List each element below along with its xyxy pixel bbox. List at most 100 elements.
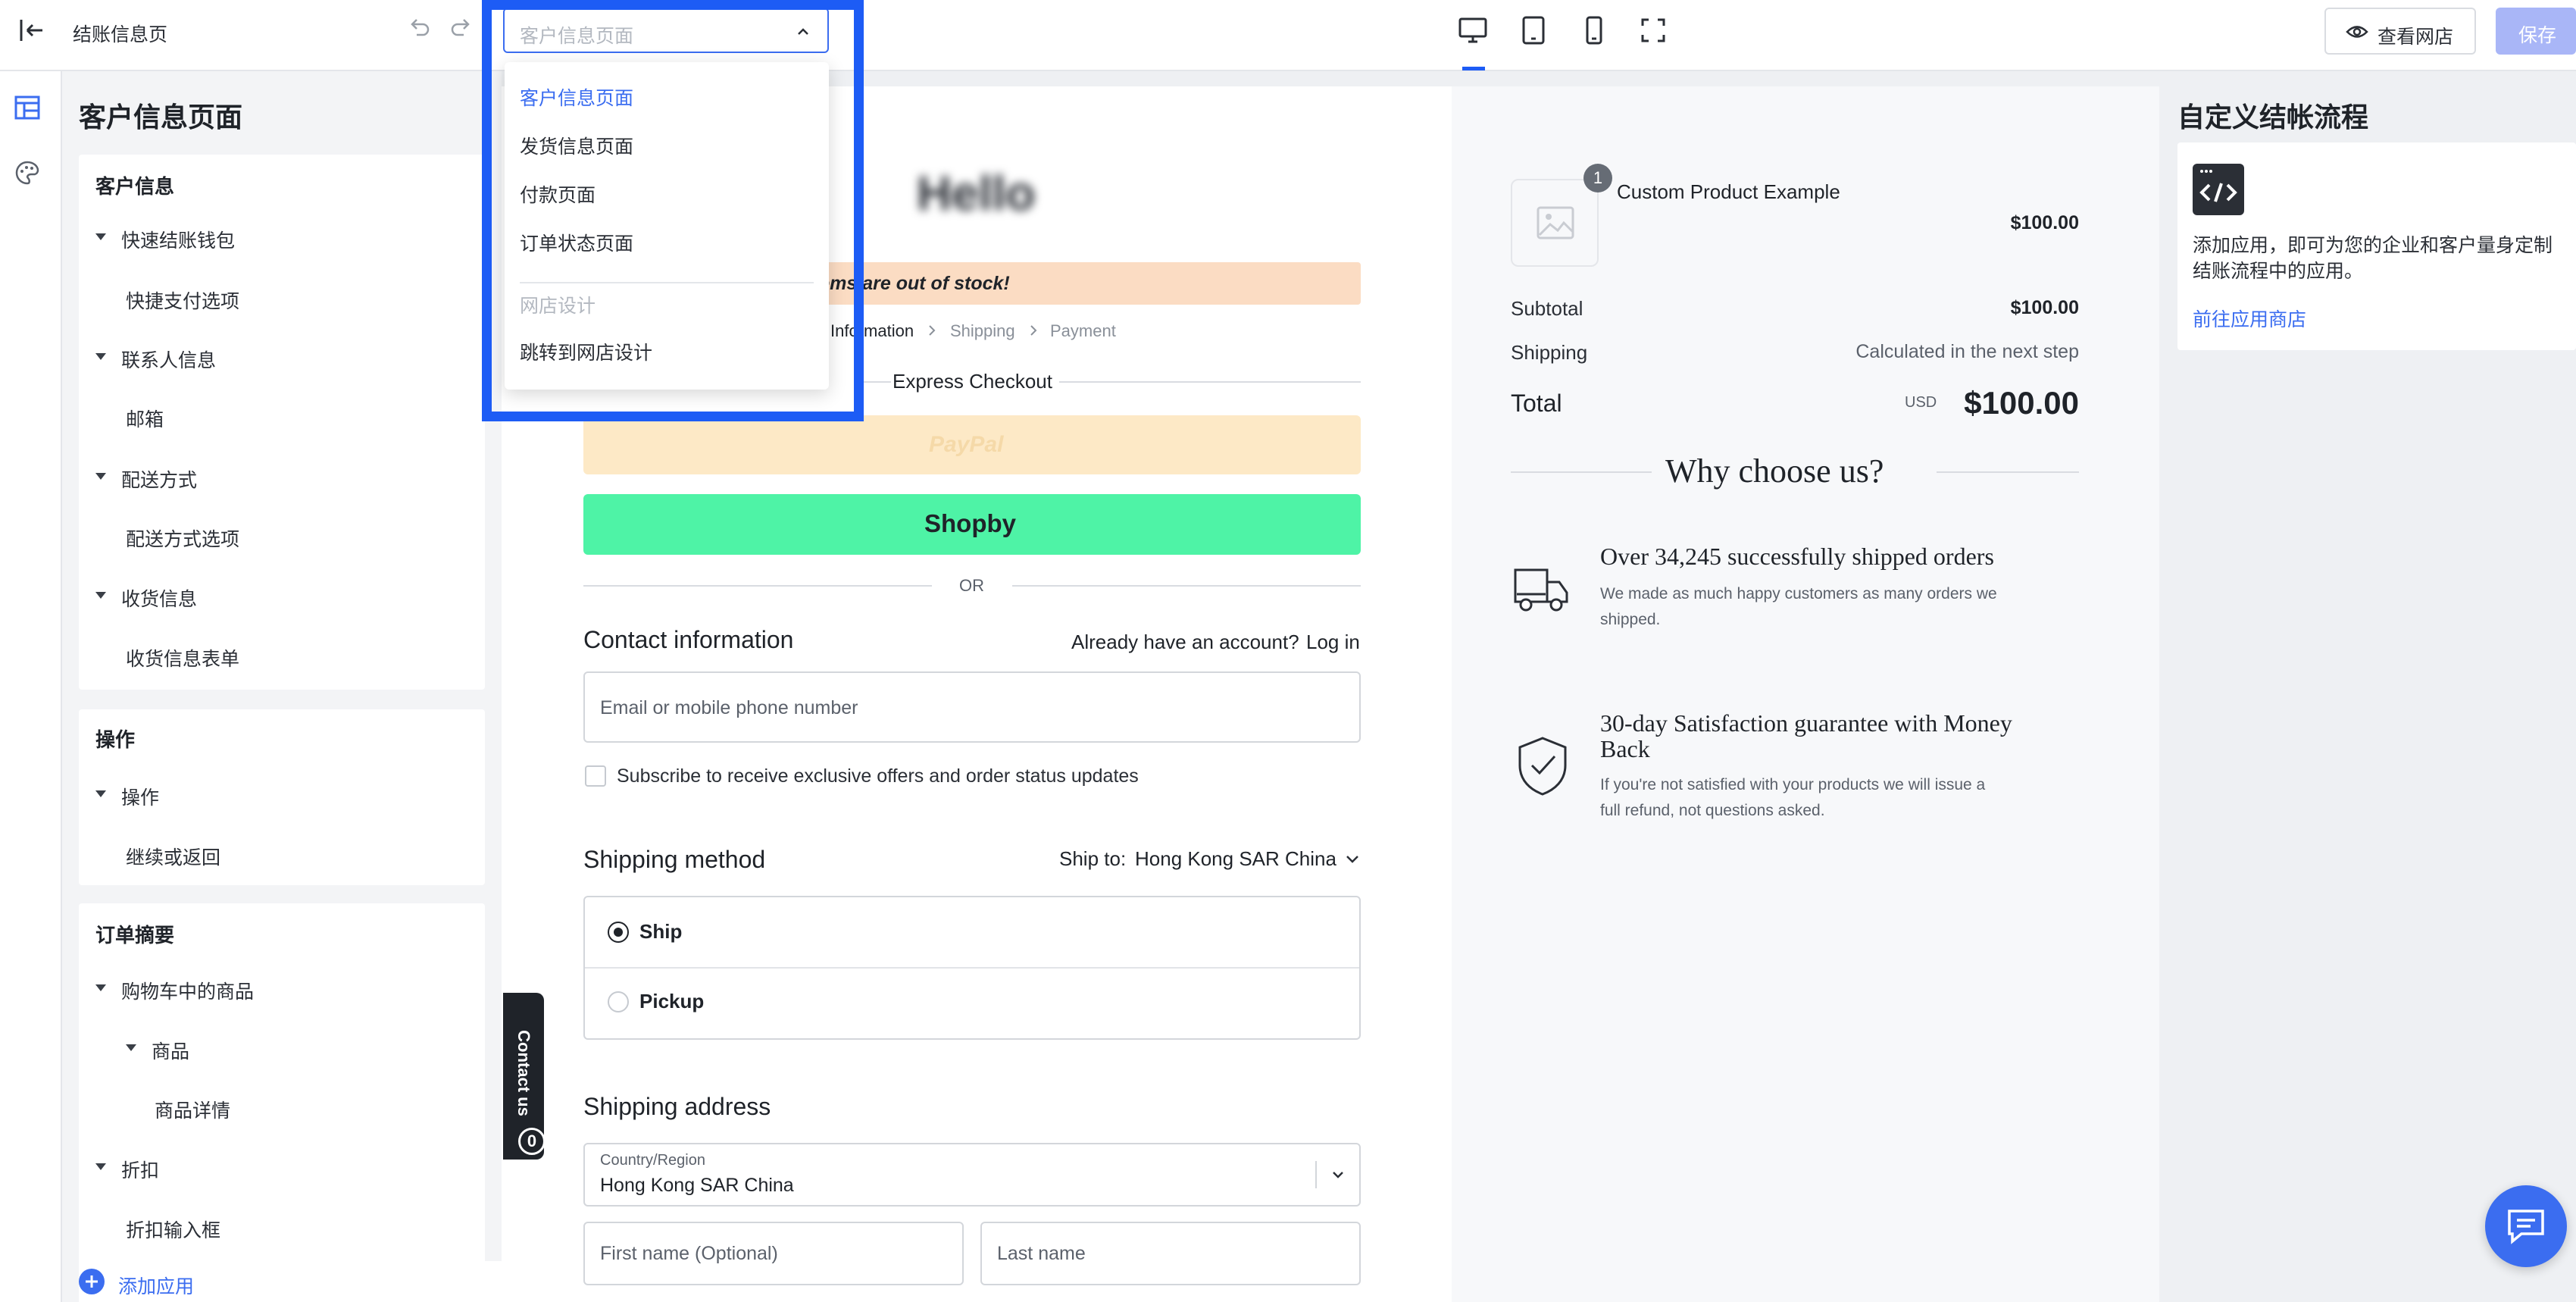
section-title: 客户信息 bbox=[95, 175, 175, 198]
caret-down-icon[interactable] bbox=[95, 1163, 106, 1170]
breadcrumb-shipping[interactable]: Shipping bbox=[950, 321, 1015, 341]
divider bbox=[1937, 471, 2079, 473]
ship-to-label: Ship to: bbox=[1059, 847, 1127, 870]
shopby-button[interactable]: Shopby bbox=[583, 494, 1361, 555]
undo-icon[interactable] bbox=[408, 15, 432, 39]
ship-option-label[interactable]: Ship bbox=[639, 920, 682, 944]
last-name-placeholder: Last name bbox=[997, 1243, 1086, 1264]
page-title: 结账信息页 bbox=[73, 24, 168, 45]
tree-item-contact[interactable]: 联系人信息 bbox=[121, 346, 216, 373]
tree-item-continue-back[interactable]: 继续或返回 bbox=[126, 843, 220, 870]
paypal-button[interactable]: PayPal bbox=[583, 415, 1361, 474]
palette-icon[interactable] bbox=[14, 159, 41, 186]
top-bar: 结账信息页 客户信息页面 查看网店 保存 bbox=[0, 0, 2576, 71]
country-value: Hong Kong SAR China bbox=[600, 1175, 794, 1196]
tree-item-quick-pay[interactable]: 快捷支付选项 bbox=[126, 286, 239, 314]
total-value: $100.00 bbox=[1964, 385, 2079, 421]
feature-desc: shipped. bbox=[1600, 611, 1661, 628]
tree-item-shipping-options[interactable]: 配送方式选项 bbox=[126, 524, 239, 552]
total-label: Total bbox=[1511, 390, 1562, 417]
contact-us-label: Contact us bbox=[514, 1030, 533, 1116]
last-name-field[interactable]: Last name bbox=[980, 1222, 1361, 1285]
section-customer-info: 客户信息 快速结账钱包 快捷支付选项 联系人信息 邮箱 配送方式 配送方式选项 … bbox=[79, 155, 485, 690]
store-logo: Hello bbox=[917, 166, 1036, 221]
caret-down-icon[interactable] bbox=[95, 790, 106, 797]
divider bbox=[1012, 585, 1361, 587]
redo-icon[interactable] bbox=[449, 15, 473, 39]
contact-us-tab[interactable]: Contact us 0 bbox=[503, 993, 546, 1160]
caret-down-icon[interactable] bbox=[95, 353, 106, 360]
tablet-icon[interactable] bbox=[1517, 14, 1550, 47]
caret-down-icon[interactable] bbox=[95, 592, 106, 599]
email-field[interactable]: Email or mobile phone number bbox=[583, 671, 1361, 743]
truck-icon bbox=[1512, 562, 1570, 615]
divider bbox=[585, 967, 1359, 969]
plus-icon bbox=[79, 1269, 105, 1294]
ship-radio[interactable] bbox=[608, 922, 629, 943]
product-thumbnail bbox=[1511, 179, 1599, 267]
first-name-field[interactable]: First name (Optional) bbox=[583, 1222, 964, 1285]
why-choose-heading: Why choose us? bbox=[1665, 452, 1884, 490]
app-store-link[interactable]: 前往应用商店 bbox=[2193, 305, 2306, 332]
tree-item-actions[interactable]: 操作 bbox=[121, 783, 159, 810]
section-title: 订单摘要 bbox=[95, 924, 175, 947]
order-summary-column bbox=[1452, 86, 2159, 1302]
exit-icon[interactable] bbox=[17, 15, 47, 45]
tree-item-address[interactable]: 收货信息 bbox=[121, 584, 197, 612]
feature-desc: full refund, not questions asked. bbox=[1600, 802, 1825, 819]
caret-down-icon[interactable] bbox=[95, 473, 106, 480]
subscribe-label: Subscribe to receive exclusive offers an… bbox=[617, 765, 1139, 787]
contact-us-count: 0 bbox=[518, 1128, 546, 1155]
section-title: 操作 bbox=[95, 728, 136, 751]
ship-to-value[interactable]: Hong Kong SAR China bbox=[1135, 847, 1336, 871]
product-price: $100.00 bbox=[2010, 212, 2079, 233]
feature-title: Over 34,245 successfully shipped orders bbox=[1600, 543, 1994, 570]
divider bbox=[583, 585, 932, 587]
tree-item-email[interactable]: 邮箱 bbox=[126, 405, 164, 432]
shopby-logo: Shopby bbox=[924, 509, 1016, 537]
tree-item-address-form[interactable]: 收货信息表单 bbox=[126, 644, 239, 671]
chevron-down-icon[interactable] bbox=[1344, 850, 1361, 867]
shipping-label: Shipping bbox=[1511, 341, 1588, 364]
caret-down-icon[interactable] bbox=[95, 233, 106, 240]
view-store-button[interactable]: 查看网店 bbox=[2324, 8, 2476, 55]
tree-item-shipping[interactable]: 配送方式 bbox=[121, 465, 197, 493]
layout-icon[interactable] bbox=[14, 94, 41, 121]
divider bbox=[1511, 471, 1652, 473]
save-button[interactable]: 保存 bbox=[2496, 8, 2576, 55]
chevron-right-icon bbox=[1027, 324, 1039, 336]
desktop-icon[interactable] bbox=[1456, 14, 1490, 47]
tree-item-wallet[interactable]: 快速结账钱包 bbox=[121, 226, 235, 253]
divider bbox=[864, 381, 891, 383]
product-name: Custom Product Example bbox=[1617, 180, 1840, 203]
fullscreen-icon[interactable] bbox=[1637, 14, 1670, 47]
add-app-label: 添加应用 bbox=[118, 1276, 195, 1297]
first-name-placeholder: First name (Optional) bbox=[600, 1243, 778, 1264]
caret-down-icon[interactable] bbox=[95, 984, 106, 991]
login-link[interactable]: Log in bbox=[1306, 631, 1360, 654]
tree-item-product-details[interactable]: 商品详情 bbox=[155, 1096, 230, 1123]
mobile-icon[interactable] bbox=[1577, 14, 1611, 47]
chat-button[interactable] bbox=[2485, 1185, 2567, 1267]
tree-item-cart-items[interactable]: 购物车中的商品 bbox=[121, 977, 254, 1004]
email-placeholder: Email or mobile phone number bbox=[600, 697, 858, 718]
caret-down-icon[interactable] bbox=[126, 1044, 136, 1051]
tree-item-discount-input[interactable]: 折扣输入框 bbox=[126, 1216, 220, 1243]
contact-heading: Contact information bbox=[583, 626, 794, 653]
divider bbox=[1315, 1161, 1317, 1188]
eye-icon bbox=[2346, 22, 2368, 42]
tree-item-product[interactable]: 商品 bbox=[152, 1037, 189, 1064]
quantity-badge: 1 bbox=[1583, 164, 1612, 192]
breadcrumb-payment[interactable]: Payment bbox=[1050, 321, 1116, 341]
image-placeholder-icon bbox=[1537, 206, 1574, 239]
pickup-option-label[interactable]: Pickup bbox=[639, 990, 704, 1013]
subscribe-checkbox[interactable] bbox=[585, 765, 606, 787]
feature-title-line-2: Back bbox=[1600, 735, 1650, 762]
tree-item-discount[interactable]: 折扣 bbox=[121, 1156, 159, 1183]
promo-desc: 添加应用，即可为您的企业和客户量身定制 bbox=[2193, 235, 2553, 256]
shipping-address-heading: Shipping address bbox=[583, 1093, 771, 1120]
country-select[interactable]: Country/Region Hong Kong SAR China bbox=[583, 1143, 1361, 1207]
pickup-radio[interactable] bbox=[608, 991, 629, 1012]
chevron-right-icon bbox=[926, 324, 938, 336]
chat-icon bbox=[2506, 1208, 2546, 1244]
